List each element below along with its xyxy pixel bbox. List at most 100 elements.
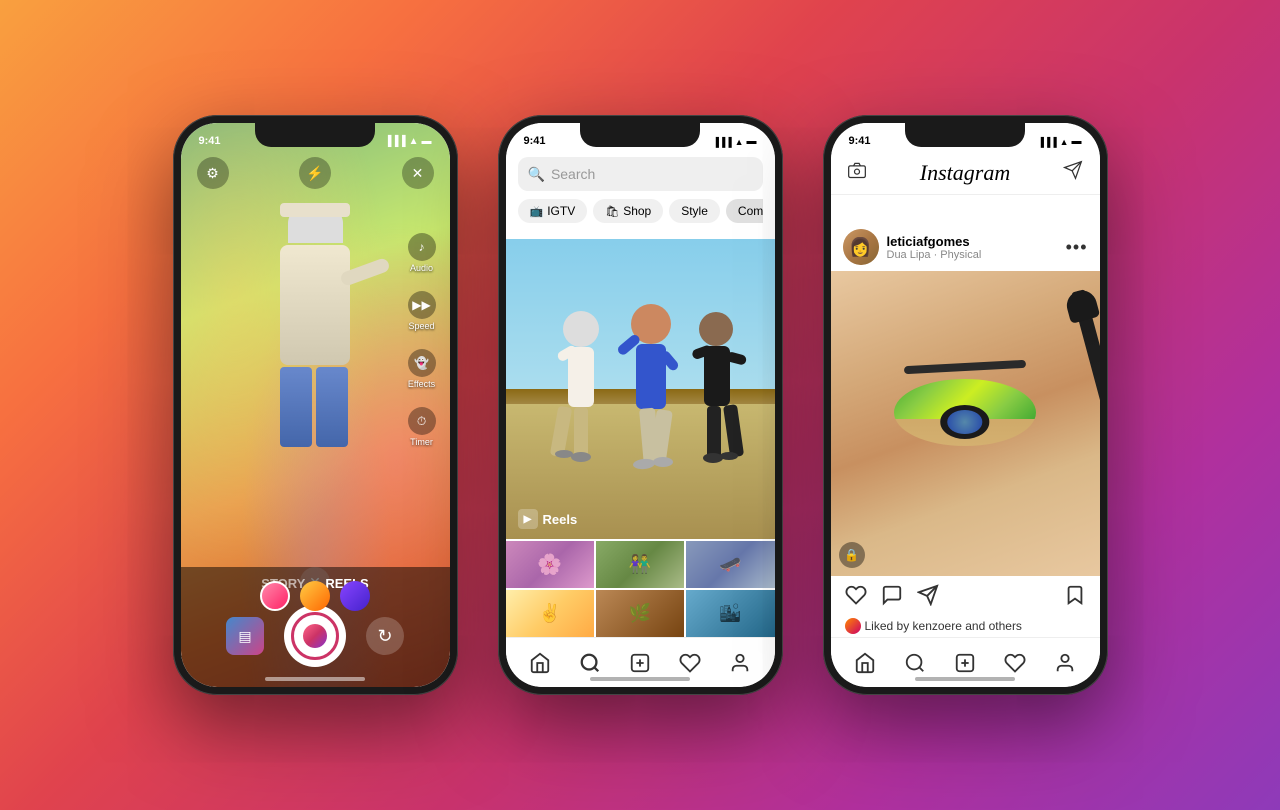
nav-search-3[interactable] <box>899 647 931 679</box>
status-icons-3: ▐▐▐ ▲ ▬ <box>1037 136 1081 147</box>
bookmark-button[interactable] <box>1064 584 1086 612</box>
like-button[interactable] <box>845 584 867 612</box>
tab-style-label: Style <box>681 204 708 218</box>
search-icon-2 <box>579 652 601 674</box>
timer-label: Timer <box>410 437 433 447</box>
post-header: 👩 leticiafgomes Dua Lipa · Physical ••• <box>831 223 1100 271</box>
tab-igtv[interactable]: 📺 IGTV <box>518 199 588 223</box>
filter-dot-2[interactable] <box>300 581 330 611</box>
audio-control[interactable]: ♪ Audio <box>408 233 436 273</box>
eye-socket <box>894 379 1035 446</box>
tab-shop[interactable]: 🛍 Shop <box>593 199 663 223</box>
comment-button[interactable] <box>881 584 903 612</box>
nav-profile-2[interactable] <box>724 647 756 679</box>
shutter-gradient-icon <box>303 624 327 648</box>
flip-camera-button[interactable]: ↻ <box>366 617 404 655</box>
main-reels-video[interactable]: ▶ Reels <box>506 239 775 539</box>
grid-cell-6[interactable]: 🏙 <box>686 590 774 637</box>
user-avatar[interactable]: 👩 <box>843 229 879 265</box>
speed-label: Speed <box>408 321 434 331</box>
time-2: 9:41 <box>524 135 546 147</box>
share-icon <box>917 584 939 606</box>
grid-cell-4[interactable]: ✌ <box>506 590 594 637</box>
send-icon[interactable] <box>1063 160 1083 185</box>
wifi-icon-2: ▲ <box>735 137 744 147</box>
battery-icon-3: ▬ <box>1072 136 1082 147</box>
instagram-logo: Instagram <box>920 160 1010 186</box>
tab-comics-label: Comics <box>738 204 763 218</box>
notch-3 <box>905 123 1025 147</box>
post-save-overlay: 🔒 <box>839 542 865 568</box>
dance-figures-svg <box>506 269 775 509</box>
signal-icon-3: ▐▐▐ <box>1037 137 1056 147</box>
instagram-header: Instagram <box>831 151 1100 195</box>
settings-icon[interactable]: ⚙ <box>197 157 229 189</box>
camera-icon <box>847 160 867 180</box>
notch-1 <box>255 123 375 147</box>
explore-grid: 🌸 👫 🛹 ✌ <box>506 541 775 637</box>
battery-icon-2: ▬ <box>747 136 757 147</box>
direct-icon <box>1063 160 1083 180</box>
grid-cell-3[interactable]: 🛹 <box>686 541 774 588</box>
phone-3-post: 9:41 ▐▐▐ ▲ ▬ Instagram <box>823 115 1108 695</box>
filter-dots <box>260 581 370 611</box>
nav-home-3[interactable] <box>849 647 881 679</box>
post-image: 🔒 <box>831 271 1100 576</box>
nav-heart-3[interactable] <box>999 647 1031 679</box>
wifi-icon-3: ▲ <box>1060 137 1069 147</box>
effects-icon: 👻 <box>408 349 436 377</box>
reels-label: ▶ Reels <box>518 509 578 529</box>
liker-avatar <box>845 618 861 634</box>
post-sublabel: Dua Lipa · Physical <box>887 249 1058 261</box>
share-button[interactable] <box>917 584 939 612</box>
camera-screen: 9:41 ▐▐▐ ▲ ▬ ⚙ ⚡ ✕ ♪ Audio <box>181 123 450 687</box>
tab-comics[interactable]: Comics <box>726 199 763 223</box>
more-options-button[interactable]: ••• <box>1066 237 1088 258</box>
reels-icon: ▶ <box>518 509 538 529</box>
explore-screen: 9:41 ▐▐▐ ▲ ▬ 🔍 Search 📺 IGTV <box>506 123 775 687</box>
grid-cell-2[interactable]: 👫 <box>596 541 684 588</box>
signal-icon-2: ▐▐▐ <box>712 137 731 147</box>
camera-header-icon[interactable] <box>847 160 867 185</box>
tab-style[interactable]: Style <box>669 199 720 223</box>
effects-label: Effects <box>408 379 435 389</box>
grid-cell-5[interactable]: 🌿 <box>596 590 684 637</box>
nav-heart-2[interactable] <box>674 647 706 679</box>
pupil <box>940 405 989 439</box>
grid-cell-1[interactable]: 🌸 <box>506 541 594 588</box>
tab-shop-label: Shop <box>623 204 651 218</box>
home-indicator-2 <box>590 677 690 681</box>
likes-text: Liked by kenzoere and others <box>865 619 1022 633</box>
effects-control[interactable]: 👻 Effects <box>408 349 436 389</box>
iris <box>948 410 983 433</box>
flash-icon[interactable]: ⚡ <box>299 157 331 189</box>
profile-icon-3 <box>1054 652 1076 674</box>
bookmark-icon <box>1064 584 1086 606</box>
shutter-button[interactable] <box>284 605 346 667</box>
nav-profile-3[interactable] <box>1049 647 1081 679</box>
likes-row: Liked by kenzoere and others <box>845 618 1086 634</box>
time-3: 9:41 <box>849 135 871 147</box>
phone-2-explore: 9:41 ▐▐▐ ▲ ▬ 🔍 Search 📺 IGTV <box>498 115 783 695</box>
status-icons-1: ▐▐▐ ▲ ▬ <box>384 136 431 147</box>
heart-icon-2 <box>679 652 701 674</box>
eye-area <box>871 363 1059 485</box>
audio-label: Audio <box>410 263 433 273</box>
music-icon: ♪ <box>408 233 436 261</box>
username[interactable]: leticiafgomes <box>887 234 1058 249</box>
filter-dot-3[interactable] <box>340 581 370 611</box>
time-1: 9:41 <box>199 135 221 147</box>
timer-control[interactable]: ⏱ Timer <box>408 407 436 447</box>
nav-home-2[interactable] <box>524 647 556 679</box>
speed-control[interactable]: ▶▶ Speed <box>408 291 436 331</box>
gallery-button[interactable]: ▤ <box>226 617 264 655</box>
home-indicator-3 <box>915 677 1015 681</box>
nav-search-2[interactable] <box>574 647 606 679</box>
close-icon[interactable]: ✕ <box>402 157 434 189</box>
filter-dot-1[interactable] <box>260 581 290 611</box>
search-bar[interactable]: 🔍 Search <box>518 157 763 191</box>
nav-add-3[interactable] <box>949 647 981 679</box>
tab-igtv-label: IGTV <box>547 204 575 218</box>
home-icon-2 <box>529 652 551 674</box>
nav-add-2[interactable] <box>624 647 656 679</box>
